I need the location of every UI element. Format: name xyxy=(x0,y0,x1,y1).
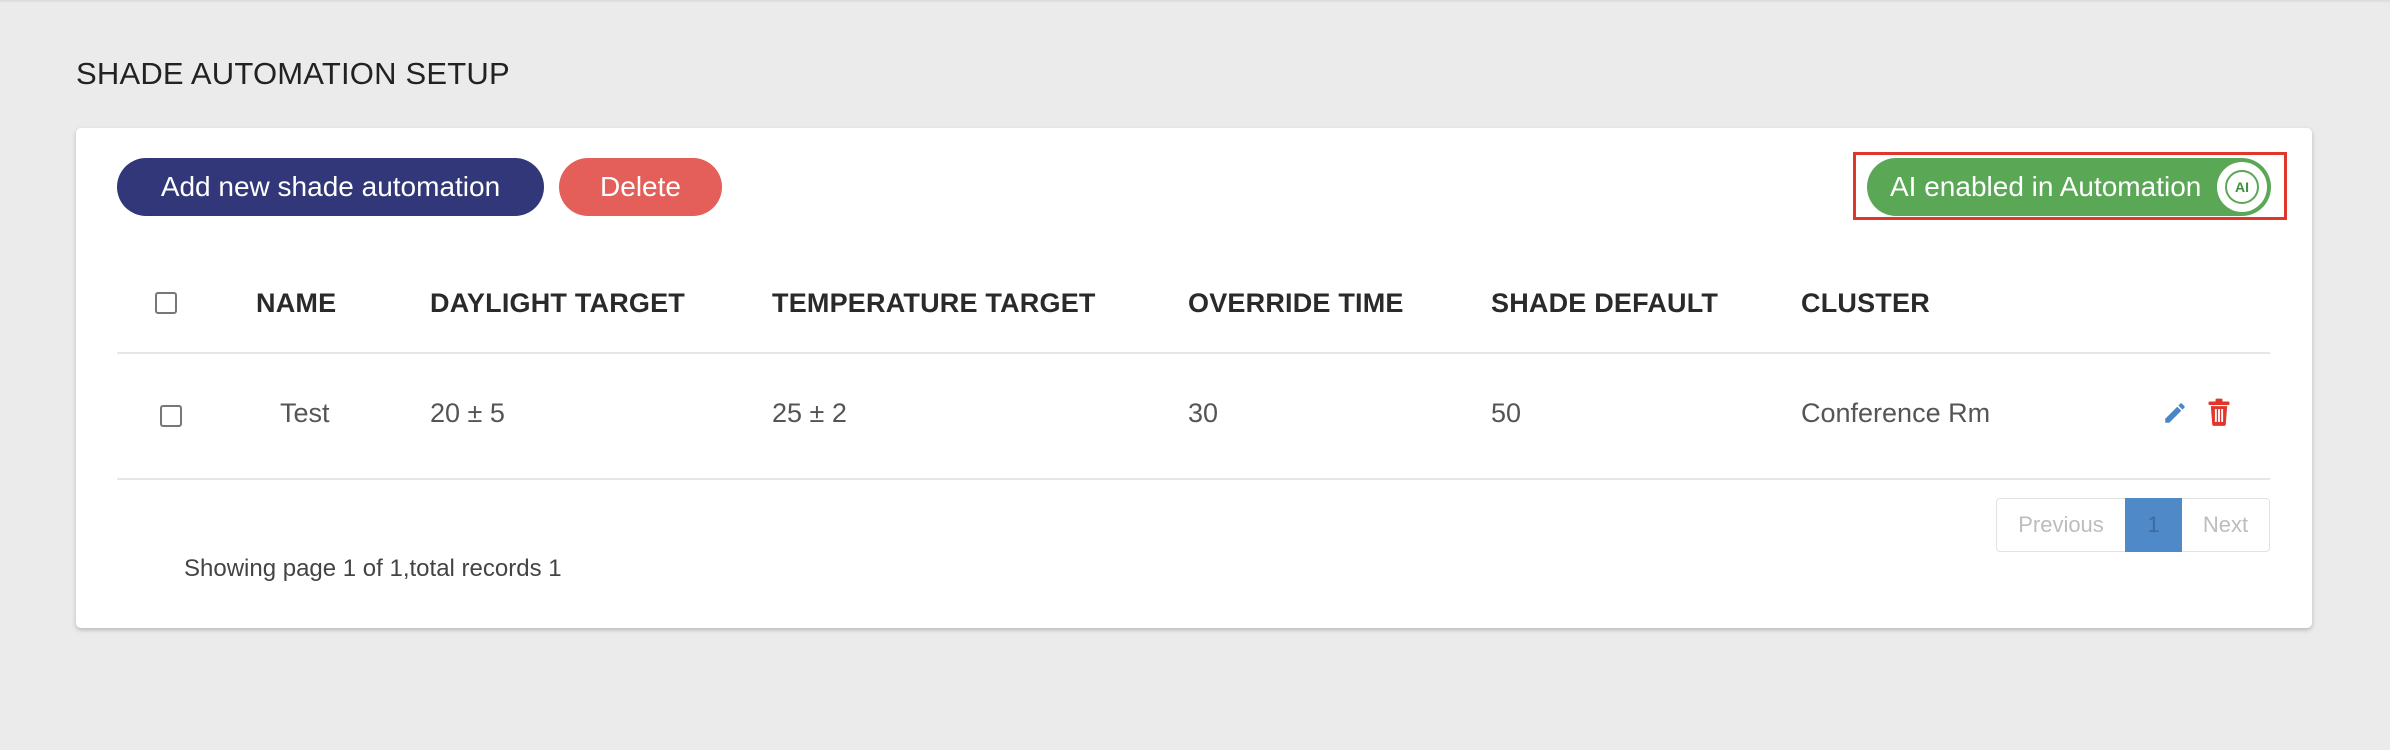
edit-pencil-icon[interactable] xyxy=(2162,400,2188,426)
cell-name: Test xyxy=(280,398,330,428)
column-header-override-time: OVERRIDE TIME xyxy=(1188,288,1404,318)
pagination-previous[interactable]: Previous xyxy=(1996,498,2125,552)
column-header-shade-default: SHADE DEFAULT xyxy=(1491,288,1719,318)
column-header-temperature-target: TEMPERATURE TARGET xyxy=(772,288,1096,318)
cell-shade-default: 50 xyxy=(1491,398,1522,428)
top-shadow xyxy=(0,0,2390,3)
cell-override-time: 30 xyxy=(1188,398,1219,428)
cell-daylight-target: 20 ± 5 xyxy=(430,398,505,428)
add-automation-button[interactable]: Add new shade automation xyxy=(117,158,544,216)
ai-automation-toggle[interactable]: AI enabled in Automation AI xyxy=(1867,158,2271,216)
pagination-page-1[interactable]: 1 xyxy=(2125,498,2182,552)
column-header-daylight-target: DAYLIGHT TARGET xyxy=(430,288,686,318)
row-divider xyxy=(117,478,2270,480)
ai-toggle-label: AI enabled in Automation xyxy=(1890,171,2202,202)
pagination-next[interactable]: Next xyxy=(2182,498,2270,552)
records-summary: Showing page 1 of 1,total records 1 xyxy=(184,555,562,582)
toggle-knob: AI xyxy=(2217,162,2267,212)
ai-badge-icon: AI xyxy=(2225,170,2259,204)
select-all-checkbox[interactable] xyxy=(155,292,177,314)
row-checkbox[interactable] xyxy=(160,405,182,427)
delete-button[interactable]: Delete xyxy=(559,158,722,216)
cell-cluster: Conference Rm xyxy=(1801,398,1991,428)
page-title: SHADE AUTOMATION SETUP xyxy=(76,56,510,91)
cell-temperature-target: 25 ± 2 xyxy=(772,398,847,428)
delete-trash-icon[interactable] xyxy=(2207,398,2231,426)
column-header-cluster: CLUSTER xyxy=(1801,288,1930,318)
header-divider xyxy=(117,352,2270,354)
column-header-name: NAME xyxy=(256,288,337,318)
